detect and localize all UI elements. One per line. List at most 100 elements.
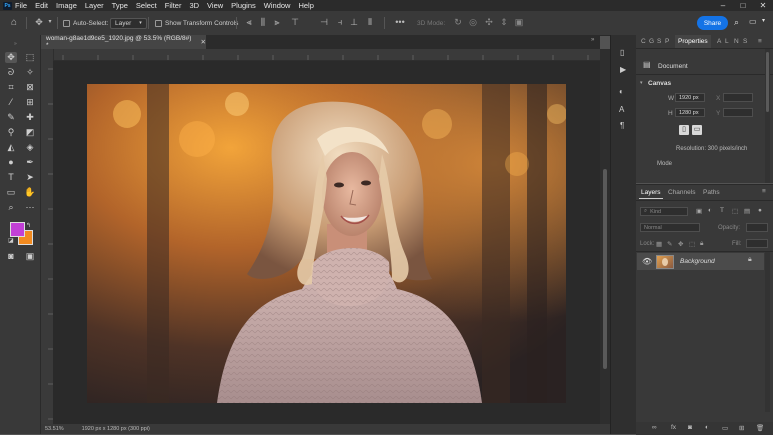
menu-view[interactable]: View [207, 1, 223, 10]
lock-transparent-icon[interactable]: ▦ [656, 240, 662, 248]
new-layer-icon[interactable]: ⊞ [739, 424, 744, 432]
distribute-icon[interactable]: ⫴ [365, 17, 375, 27]
menu-select[interactable]: Select [136, 1, 157, 10]
layer-row-background[interactable]: 👁︎ Background 🔒︎ [637, 253, 764, 270]
3d-roll-icon[interactable]: ◎ [468, 17, 478, 27]
panel-menu-icon[interactable]: ≡ [762, 188, 766, 195]
align-center-icon[interactable]: ⫼ [258, 17, 268, 27]
tab-styles[interactable]: S [743, 35, 747, 48]
hand-tool-icon[interactable]: ✋ [24, 187, 36, 198]
workspace-icon[interactable]: ▭ [749, 17, 759, 27]
menu-layer[interactable]: Layer [85, 1, 104, 10]
clone-stamp-tool-icon[interactable]: ⚲ [5, 127, 17, 138]
link-layers-icon[interactable]: ∞ [652, 424, 657, 431]
collapse-icon[interactable]: » [14, 41, 17, 47]
move-tool-icon[interactable]: ✥ [5, 52, 17, 63]
menu-help[interactable]: Help [298, 1, 313, 10]
path-selection-tool-icon[interactable]: ➤ [24, 172, 36, 183]
menu-type[interactable]: Type [112, 1, 128, 10]
tab-channels[interactable]: Channels [668, 189, 695, 196]
lock-image-icon[interactable]: ✎ [667, 240, 672, 248]
adjustments-icon[interactable]: ◐ [619, 87, 624, 96]
menu-plugins[interactable]: Plugins [231, 1, 256, 10]
tab-patterns[interactable]: P [665, 35, 669, 48]
paint-bucket-tool-icon[interactable]: ◭ [5, 142, 17, 153]
chevron-down-icon[interactable]: ▾ [640, 80, 643, 86]
3d-orbit-icon[interactable]: ↻ [453, 17, 463, 27]
home-icon[interactable]: ⌂ [9, 18, 19, 28]
close-icon[interactable]: ✕ [753, 0, 773, 11]
tab-adjustments[interactable]: A [717, 35, 721, 48]
lock-position-icon[interactable]: ✥ [678, 240, 683, 248]
eraser-tool-icon[interactable]: ◩ [24, 127, 36, 138]
zoom-tool-icon[interactable]: ⌕ [5, 202, 17, 213]
menu-window[interactable]: Window [264, 1, 291, 10]
layers-scrollbar[interactable] [765, 252, 770, 412]
minimize-icon[interactable]: – [713, 0, 733, 11]
move-tool-icon[interactable]: ✥ [34, 17, 44, 27]
height-field[interactable]: 1280 px [675, 108, 705, 117]
layer-filter-kind[interactable]: ⌕ Kind [640, 207, 688, 216]
layer-mask-icon[interactable]: ◙ [688, 424, 692, 431]
properties-scrollbar[interactable] [765, 49, 770, 183]
tab-color[interactable]: C [641, 35, 646, 48]
width-field[interactable]: 1920 px [675, 93, 705, 102]
tab-overflow-icon[interactable]: » [591, 37, 599, 47]
layer-name[interactable]: Background [680, 258, 715, 265]
tab-paths[interactable]: Paths [703, 189, 720, 196]
landscape-orientation-icon[interactable]: ▭ [692, 125, 702, 135]
document-tab[interactable]: woman-g8ae1d9ce5_1920.jpg @ 53.5% (RGB/8… [41, 35, 206, 49]
menu-edit[interactable]: Edit [35, 1, 48, 10]
auto-select-target-dropdown[interactable]: Layer ▾ [110, 17, 147, 29]
default-colors-icon[interactable]: ◪ [8, 237, 14, 244]
3d-scale-icon[interactable]: ▣ [514, 17, 524, 27]
portrait-orientation-icon[interactable]: ▯ [679, 125, 689, 135]
paragraph-icon[interactable]: ¶ [620, 121, 624, 130]
3d-pan-icon[interactable]: ✣ [484, 17, 494, 27]
align-left-icon[interactable]: ⫷ [244, 17, 254, 27]
blend-mode-dropdown[interactable]: Normal [640, 223, 700, 232]
foreground-color-swatch[interactable] [10, 222, 25, 237]
rectangle-tool-icon[interactable]: ▭ [5, 187, 17, 198]
artboard-tool-icon[interactable]: ⬚ [24, 52, 36, 63]
fill-field[interactable] [746, 239, 768, 248]
chevron-down-icon[interactable]: ▾ [45, 17, 55, 27]
history-icon[interactable]: ▯ [620, 48, 624, 57]
measure-tool-icon[interactable]: ⊞ [24, 97, 36, 108]
magic-wand-tool-icon[interactable]: ✧ [24, 67, 36, 78]
filter-adjustment-icon[interactable]: ◐ [708, 207, 712, 214]
transform-controls-checkbox[interactable] [155, 19, 162, 27]
type-tool-icon[interactable]: T [5, 172, 17, 183]
character-icon[interactable]: A [619, 105, 624, 114]
brush-tool-icon[interactable]: ✎ [5, 112, 17, 123]
scrollbar-thumb[interactable] [603, 169, 607, 369]
lasso-tool-icon[interactable]: ᘐ [5, 67, 17, 78]
lock-artboard-icon[interactable]: ⬚ [689, 240, 695, 248]
menu-filter[interactable]: Filter [165, 1, 182, 10]
tab-properties[interactable]: Properties [675, 35, 711, 48]
frame-tool-icon[interactable]: ⊠ [24, 82, 36, 93]
crop-tool-icon[interactable]: ⌗ [5, 82, 17, 93]
eyedropper-tool-icon[interactable]: ⁄ [5, 97, 17, 108]
x-position-field[interactable] [723, 93, 753, 102]
filter-smart-object-icon[interactable]: ▤ [744, 207, 750, 215]
lock-all-icon[interactable]: 🔒︎ [700, 240, 703, 248]
filter-type-icon[interactable]: T [720, 207, 724, 214]
filter-pixel-icon[interactable]: ▣ [696, 207, 702, 215]
menu-3d[interactable]: 3D [189, 1, 199, 10]
align-top-icon[interactable]: ⊤ [290, 17, 300, 27]
tab-swatches[interactable]: S [657, 35, 661, 48]
eye-visibility-icon[interactable]: 👁︎ [642, 257, 652, 266]
align-middle-icon[interactable]: ⊣ [319, 17, 329, 27]
auto-select-checkbox[interactable] [63, 19, 70, 27]
tab-gradients[interactable]: G [649, 35, 654, 48]
new-group-icon[interactable]: ▭ [722, 424, 728, 432]
actions-play-icon[interactable]: ▶ [620, 65, 626, 74]
panel-menu-icon[interactable]: ≡ [758, 35, 762, 48]
tab-layers[interactable]: Layers [641, 189, 661, 196]
tab-libraries[interactable]: L [725, 35, 729, 48]
pen-tool-icon[interactable]: ✒ [24, 157, 36, 168]
search-icon[interactable]: ⌕ [734, 17, 744, 27]
screen-mode-icon[interactable]: ▣ [24, 251, 36, 262]
vertical-scrollbar[interactable] [600, 49, 610, 424]
